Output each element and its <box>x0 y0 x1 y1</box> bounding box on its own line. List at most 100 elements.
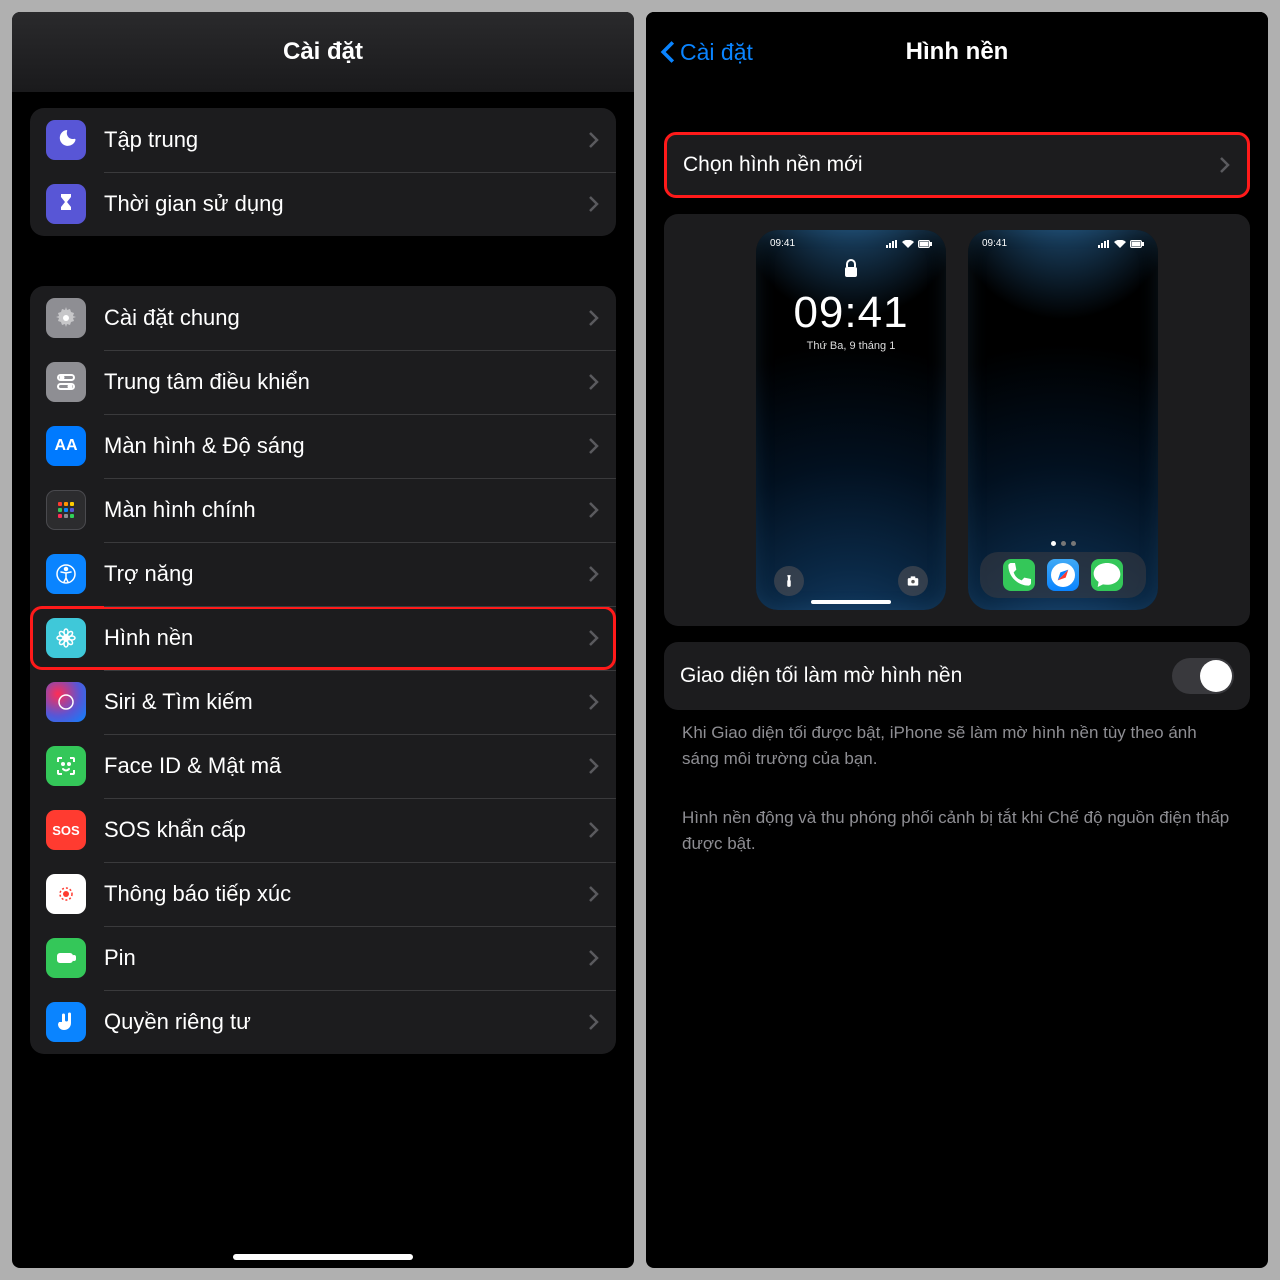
row-screen-time[interactable]: Thời gian sử dụng <box>30 172 616 236</box>
flower-icon <box>46 618 86 658</box>
chevron-right-icon <box>588 373 600 391</box>
chevron-right-icon <box>588 565 600 583</box>
face-icon <box>46 746 86 786</box>
status-time: 09:41 <box>982 238 1007 249</box>
chevron-right-icon <box>588 195 600 213</box>
chevron-right-icon <box>588 1013 600 1031</box>
page-dots <box>968 541 1158 546</box>
row-label: Màn hình chính <box>104 497 570 523</box>
home-indicator <box>233 1254 413 1260</box>
footnote-2: Hình nền động và thu phóng phối cảnh bị … <box>664 795 1250 856</box>
toggle-label: Giao diện tối làm mờ hình nền <box>680 664 1172 688</box>
home-indicator <box>811 600 891 604</box>
row-siri-search[interactable]: Siri & Tìm kiếm <box>30 670 616 734</box>
row-label: Tập trung <box>104 127 570 153</box>
wallpaper-screen: Cài đặt Hình nền Chọn hình nền mới 09:41 <box>646 12 1268 1268</box>
exposure-icon <box>46 874 86 914</box>
row-accessibility[interactable]: Trợ năng <box>30 542 616 606</box>
battery-icon <box>46 938 86 978</box>
row-focus[interactable]: Tập trung <box>30 108 616 172</box>
chevron-right-icon <box>588 131 600 149</box>
settings-content: Tập trung Thời gian sử dụng Cài đặt chun… <box>12 92 634 1268</box>
row-label: Màn hình & Độ sáng <box>104 433 570 459</box>
back-button[interactable]: Cài đặt <box>660 12 753 92</box>
mini-status-bar: 09:41 <box>756 230 946 249</box>
lock-icon <box>843 259 859 284</box>
chevron-right-icon <box>588 629 600 647</box>
row-label: Face ID & Mật mã <box>104 753 570 779</box>
camera-icon <box>898 566 928 596</box>
wallpaper-content: Chọn hình nền mới 09:41 <box>646 92 1268 1268</box>
sos-icon: SOS <box>46 810 86 850</box>
row-label: Pin <box>104 945 570 971</box>
settings-group-focus: Tập trung Thời gian sử dụng <box>30 108 616 236</box>
wallpaper-preview-card: 09:41 09:41 Thứ Ba, 9 tháng 1 <box>664 214 1250 626</box>
row-label: Trợ năng <box>104 561 570 587</box>
phone-app-icon <box>1003 559 1035 591</box>
hand-icon <box>46 1002 86 1042</box>
flashlight-icon <box>774 566 804 596</box>
chevron-right-icon <box>588 949 600 967</box>
row-label: Hình nền <box>104 625 570 651</box>
row-wallpaper[interactable]: Hình nền <box>30 606 616 670</box>
status-time: 09:41 <box>770 238 795 249</box>
accessibility-icon <box>46 554 86 594</box>
row-exposure[interactable]: Thông báo tiếp xúc <box>30 862 616 926</box>
gear-icon <box>46 298 86 338</box>
settings-group-main: Cài đặt chung Trung tâm điều khiển AA Mà… <box>30 286 616 1054</box>
lock-bottom-controls <box>756 566 946 596</box>
row-choose-wallpaper[interactable]: Chọn hình nền mới <box>667 135 1247 195</box>
row-face-id[interactable]: Face ID & Mật mã <box>30 734 616 798</box>
chevron-right-icon <box>588 437 600 455</box>
row-battery[interactable]: Pin <box>30 926 616 990</box>
row-display-brightness[interactable]: AA Màn hình & Độ sáng <box>30 414 616 478</box>
grid-icon <box>46 490 86 530</box>
row-control-center[interactable]: Trung tâm điều khiển <box>30 350 616 414</box>
dark-dims-switch[interactable] <box>1172 658 1234 694</box>
row-sos[interactable]: SOS SOS khẩn cấp <box>30 798 616 862</box>
row-label: Siri & Tìm kiếm <box>104 689 570 715</box>
row-home-screen[interactable]: Màn hình chính <box>30 478 616 542</box>
row-label: Trung tâm điều khiển <box>104 369 570 395</box>
chevron-right-icon <box>588 309 600 327</box>
chevron-right-icon <box>588 885 600 903</box>
moon-icon <box>46 120 86 160</box>
row-label: SOS khẩn cấp <box>104 817 570 843</box>
row-privacy[interactable]: Quyền riêng tư <box>30 990 616 1054</box>
chevron-right-icon <box>588 501 600 519</box>
dock <box>980 552 1146 598</box>
row-label: Chọn hình nền mới <box>683 153 1201 177</box>
navbar: Cài đặt Hình nền <box>646 12 1268 92</box>
row-general[interactable]: Cài đặt chung <box>30 286 616 350</box>
row-label: Thông báo tiếp xúc <box>104 881 570 907</box>
aa-icon: AA <box>46 426 86 466</box>
row-label: Quyền riêng tư <box>104 1009 570 1035</box>
lock-time: 09:41 <box>793 288 908 338</box>
status-icons <box>886 238 932 249</box>
switches-icon <box>46 362 86 402</box>
page-title: Hình nền <box>906 38 1009 66</box>
settings-screen: Cài đặt Tập trung Thời gian sử dụng <box>12 12 634 1268</box>
footnote-1: Khi Giao diện tối được bật, iPhone sẽ là… <box>664 710 1250 771</box>
lock-date: Thứ Ba, 9 tháng 1 <box>807 340 896 352</box>
lockscreen-preview[interactable]: 09:41 09:41 Thứ Ba, 9 tháng 1 <box>756 230 946 610</box>
messages-app-icon <box>1091 559 1123 591</box>
row-label: Cài đặt chung <box>104 305 570 331</box>
homescreen-preview[interactable]: 09:41 <box>968 230 1158 610</box>
chevron-right-icon <box>588 693 600 711</box>
preview-pair: 09:41 09:41 Thứ Ba, 9 tháng 1 <box>680 230 1234 610</box>
back-label: Cài đặt <box>680 39 753 66</box>
chevron-right-icon <box>1219 156 1231 174</box>
hourglass-icon <box>46 184 86 224</box>
dark-dims-toggle-row: Giao diện tối làm mờ hình nền <box>664 642 1250 710</box>
status-icons <box>1098 238 1144 249</box>
chevron-right-icon <box>588 821 600 839</box>
siri-icon <box>46 682 86 722</box>
chevron-right-icon <box>588 757 600 775</box>
choose-wallpaper-group: Chọn hình nền mới <box>664 132 1250 198</box>
page-title: Cài đặt <box>283 38 363 66</box>
safari-app-icon <box>1047 559 1079 591</box>
navbar: Cài đặt <box>12 12 634 92</box>
mini-status-bar: 09:41 <box>968 230 1158 249</box>
row-label: Thời gian sử dụng <box>104 191 570 217</box>
